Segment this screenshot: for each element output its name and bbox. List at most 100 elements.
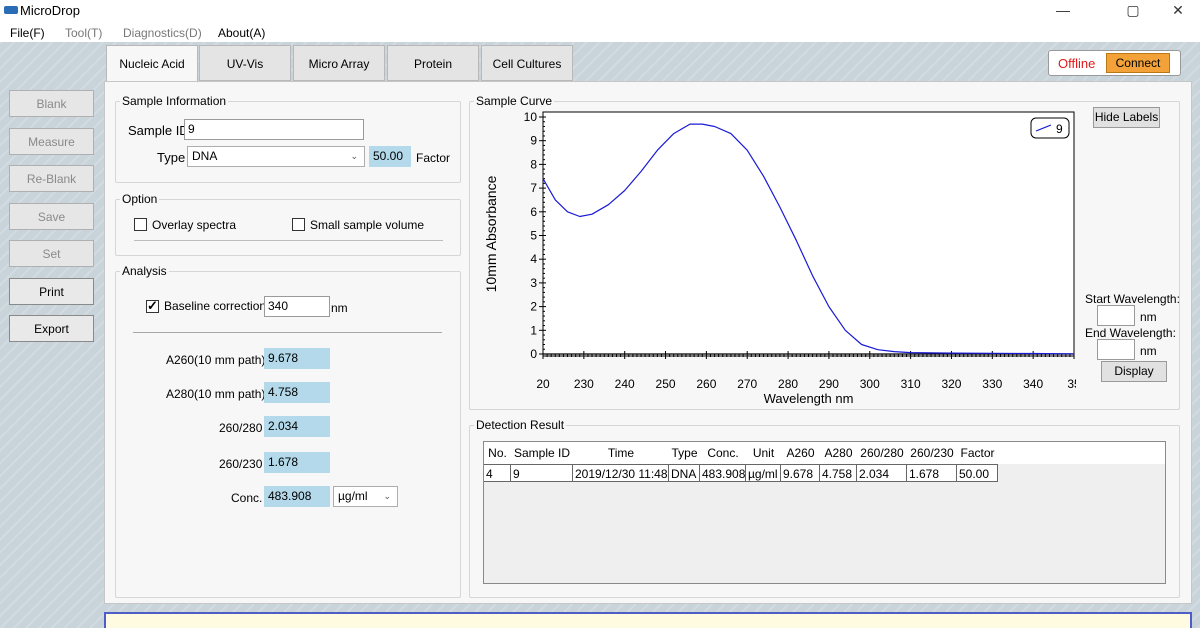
x-tick-label: 340 [1023, 377, 1043, 391]
x-tick-label: 250 [656, 377, 676, 391]
start-wavelength-input[interactable] [1097, 305, 1135, 326]
tab-uv-vis[interactable]: UV-Vis [199, 45, 291, 81]
detection-result-table[interactable]: No. Sample ID Time Type Conc. Unit A260 … [483, 441, 1166, 584]
menu-diagnostics[interactable]: Diagnostics(D) [123, 26, 202, 40]
small-volume-checkbox[interactable] [292, 218, 305, 231]
menu-about[interactable]: About(A) [218, 26, 265, 40]
x-tick-label: 240 [615, 377, 635, 391]
x-tick-label: 280 [778, 377, 798, 391]
detection-result-title: Detection Result [474, 418, 567, 432]
baseline-unit: nm [331, 301, 348, 315]
connect-button[interactable]: Connect [1106, 53, 1170, 73]
ratio-260-230-label: 260/230 [219, 457, 263, 471]
table-cell: 1.678 [907, 465, 957, 481]
end-wavelength-unit: nm [1140, 344, 1157, 358]
column-header[interactable]: A260 [781, 442, 820, 464]
plot-area [542, 111, 1075, 357]
column-header[interactable]: Type [669, 442, 700, 464]
column-header[interactable]: Sample ID [511, 442, 573, 464]
table-cell: 9 [511, 465, 573, 481]
column-header[interactable]: A280 [820, 442, 857, 464]
tab-cell-cultures[interactable]: Cell Cultures [481, 45, 573, 81]
legend-label: 9 [1056, 122, 1063, 136]
conc-value: 483.908 [264, 486, 330, 507]
table-header: No. Sample ID Time Type Conc. Unit A260 … [484, 442, 1165, 464]
column-header[interactable]: 260/230 [907, 442, 957, 464]
table-cell: 4.758 [820, 465, 857, 481]
set-button[interactable]: Set [9, 240, 94, 267]
y-tick-label: 4 [530, 252, 537, 266]
factor-input[interactable]: 50.00 [369, 146, 411, 167]
column-header[interactable]: Unit [746, 442, 781, 464]
measure-button[interactable]: Measure [9, 128, 94, 155]
close-button[interactable]: ✕ [1168, 2, 1188, 20]
x-tick-label: 230 [574, 377, 594, 391]
tab-protein[interactable]: Protein [387, 45, 479, 81]
title-bar: MicroDrop — ▢ ✕ [0, 0, 1200, 22]
column-header[interactable]: Time [573, 442, 669, 464]
x-tick-label: 20 [536, 377, 550, 391]
x-tick-label: 270 [737, 377, 757, 391]
display-button[interactable]: Display [1101, 361, 1167, 382]
a260-value: 9.678 [264, 348, 330, 369]
y-tick-label: 3 [530, 276, 537, 290]
export-button[interactable]: Export [9, 315, 94, 342]
column-header[interactable]: Conc. [700, 442, 746, 464]
start-wavelength-label: Start Wavelength: [1085, 292, 1180, 306]
sample-id-label: Sample ID [128, 123, 189, 138]
conc-label: Conc. [231, 491, 263, 505]
column-header[interactable]: 260/280 [857, 442, 907, 464]
minimize-button[interactable]: — [1053, 2, 1073, 20]
tab-nucleic-acid[interactable]: Nucleic Acid [106, 45, 198, 83]
option-divider [134, 240, 443, 241]
table-row[interactable]: 4 9 2019/12/30 11:48 DNA 483.908 µg/ml 9… [484, 464, 998, 482]
type-select[interactable]: DNA ⌄ [187, 146, 365, 167]
baseline-wavelength-input[interactable]: 340 [264, 296, 330, 317]
y-tick-label: 6 [530, 205, 537, 219]
re-blank-button[interactable]: Re-Blank [9, 165, 94, 192]
table-cell: 483.908 [702, 465, 746, 481]
menu-file[interactable]: File(F) [10, 26, 45, 40]
chevron-down-icon: ⌄ [350, 151, 358, 161]
baseline-correction-checkbox[interactable] [146, 298, 159, 314]
x-tick-label: 260 [696, 377, 716, 391]
ratio-260-280-value: 2.034 [264, 416, 330, 437]
blank-button[interactable]: Blank [9, 90, 94, 117]
overlay-spectra-checkbox[interactable] [134, 218, 147, 231]
y-tick-label: 9 [530, 134, 537, 148]
x-tick-label: 320 [941, 377, 961, 391]
tab-micro-array[interactable]: Micro Array [293, 45, 385, 81]
y-tick-label: 7 [530, 181, 537, 195]
a280-value: 4.758 [264, 382, 330, 403]
a260-label: A260(10 mm path) [166, 353, 266, 367]
x-tick-label: 300 [860, 377, 880, 391]
type-label: Type [157, 150, 186, 165]
conc-unit-select[interactable]: µg/ml ⌄ [333, 486, 398, 507]
table-cell: 4 [484, 465, 511, 481]
analysis-divider [133, 332, 442, 333]
table-cell: µg/ml [746, 465, 781, 481]
x-axis-label: Wavelength nm [764, 391, 854, 406]
table-cell: 2.034 [857, 465, 907, 481]
column-header[interactable]: No. [484, 442, 511, 464]
print-button[interactable]: Print [9, 278, 94, 305]
start-wavelength-unit: nm [1140, 310, 1157, 324]
end-wavelength-input[interactable] [1097, 339, 1135, 360]
ratio-260-280-label: 260/280 [219, 421, 263, 435]
hide-labels-button[interactable]: Hide Labels [1093, 107, 1160, 128]
menu-tool[interactable]: Tool(T) [65, 26, 102, 40]
column-header[interactable]: Factor [957, 442, 998, 464]
option-title: Option [120, 192, 160, 206]
x-tick-label: 290 [819, 377, 839, 391]
baseline-correction-label: Baseline correction [164, 299, 267, 313]
status-bar [104, 612, 1192, 628]
sample-information-group [115, 101, 461, 183]
app-logo-icon [4, 6, 18, 14]
sample-id-input[interactable]: 9 [184, 119, 364, 140]
save-button[interactable]: Save [9, 203, 94, 230]
y-tick-label: 2 [530, 300, 537, 314]
ratio-260-230-value: 1.678 [264, 452, 330, 473]
y-tick-label: 5 [530, 229, 537, 243]
maximize-button[interactable]: ▢ [1123, 2, 1143, 20]
conc-unit-value: µg/ml [338, 489, 368, 503]
